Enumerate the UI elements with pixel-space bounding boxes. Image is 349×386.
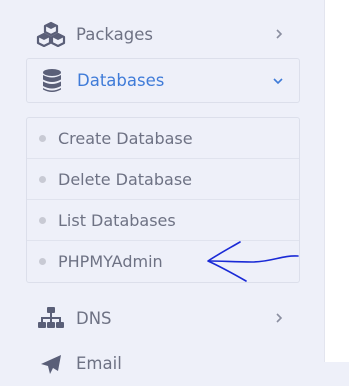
submenu-item-phpmyadmin[interactable]: PHPMYAdmin — [27, 241, 299, 282]
sidebar-item-label: DNS — [76, 308, 112, 328]
sidebar-item-email[interactable]: Email — [26, 342, 300, 386]
cubes-icon — [36, 19, 66, 49]
chevron-down-icon — [271, 74, 285, 88]
sidebar: Packages Databases Create Database Delet… — [0, 0, 324, 374]
sidebar-item-label: Packages — [76, 24, 153, 44]
submenu-item-label: List Databases — [58, 210, 176, 230]
submenu-item-label: Create Database — [58, 128, 193, 148]
bullet-icon — [39, 216, 46, 224]
submenu-item-list-databases[interactable]: List Databases — [27, 200, 299, 241]
chevron-right-icon — [272, 27, 286, 41]
bullet-icon — [39, 258, 46, 265]
sidebar-item-label: Email — [76, 354, 122, 373]
content-area-edge — [324, 0, 349, 362]
bullet-icon — [39, 175, 46, 183]
submenu-item-create-database[interactable]: Create Database — [27, 118, 299, 159]
submenu-item-label: Delete Database — [58, 169, 192, 189]
submenu-item-delete-database[interactable]: Delete Database — [27, 159, 299, 200]
databases-submenu: Create Database Delete Database List Dat… — [26, 117, 300, 283]
sidebar-item-dns[interactable]: DNS — [26, 296, 300, 340]
sidebar-item-packages[interactable]: Packages — [26, 12, 300, 56]
chevron-right-icon — [272, 311, 286, 325]
sidebar-item-databases[interactable]: Databases — [26, 58, 300, 103]
sidebar-item-label: Databases — [77, 71, 165, 90]
bullet-icon — [39, 134, 46, 142]
database-icon — [37, 66, 67, 96]
paper-plane-icon — [36, 350, 66, 380]
sitemap-icon — [36, 303, 66, 333]
submenu-item-label: PHPMYAdmin — [58, 252, 163, 271]
